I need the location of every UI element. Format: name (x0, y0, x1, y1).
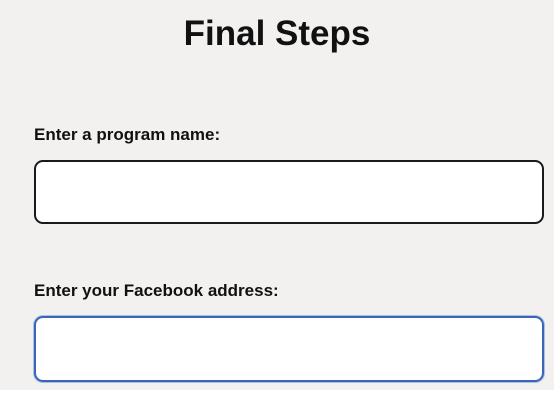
page-title: Final Steps (183, 14, 371, 53)
final-steps-panel: Final Steps Enter a program name: Enter … (0, 0, 554, 390)
program-name-label: Enter a program name: (34, 125, 221, 144)
facebook-address-label: Enter your Facebook address: (34, 281, 279, 300)
facebook-address-input[interactable] (34, 316, 544, 382)
program-name-input[interactable] (34, 160, 544, 224)
